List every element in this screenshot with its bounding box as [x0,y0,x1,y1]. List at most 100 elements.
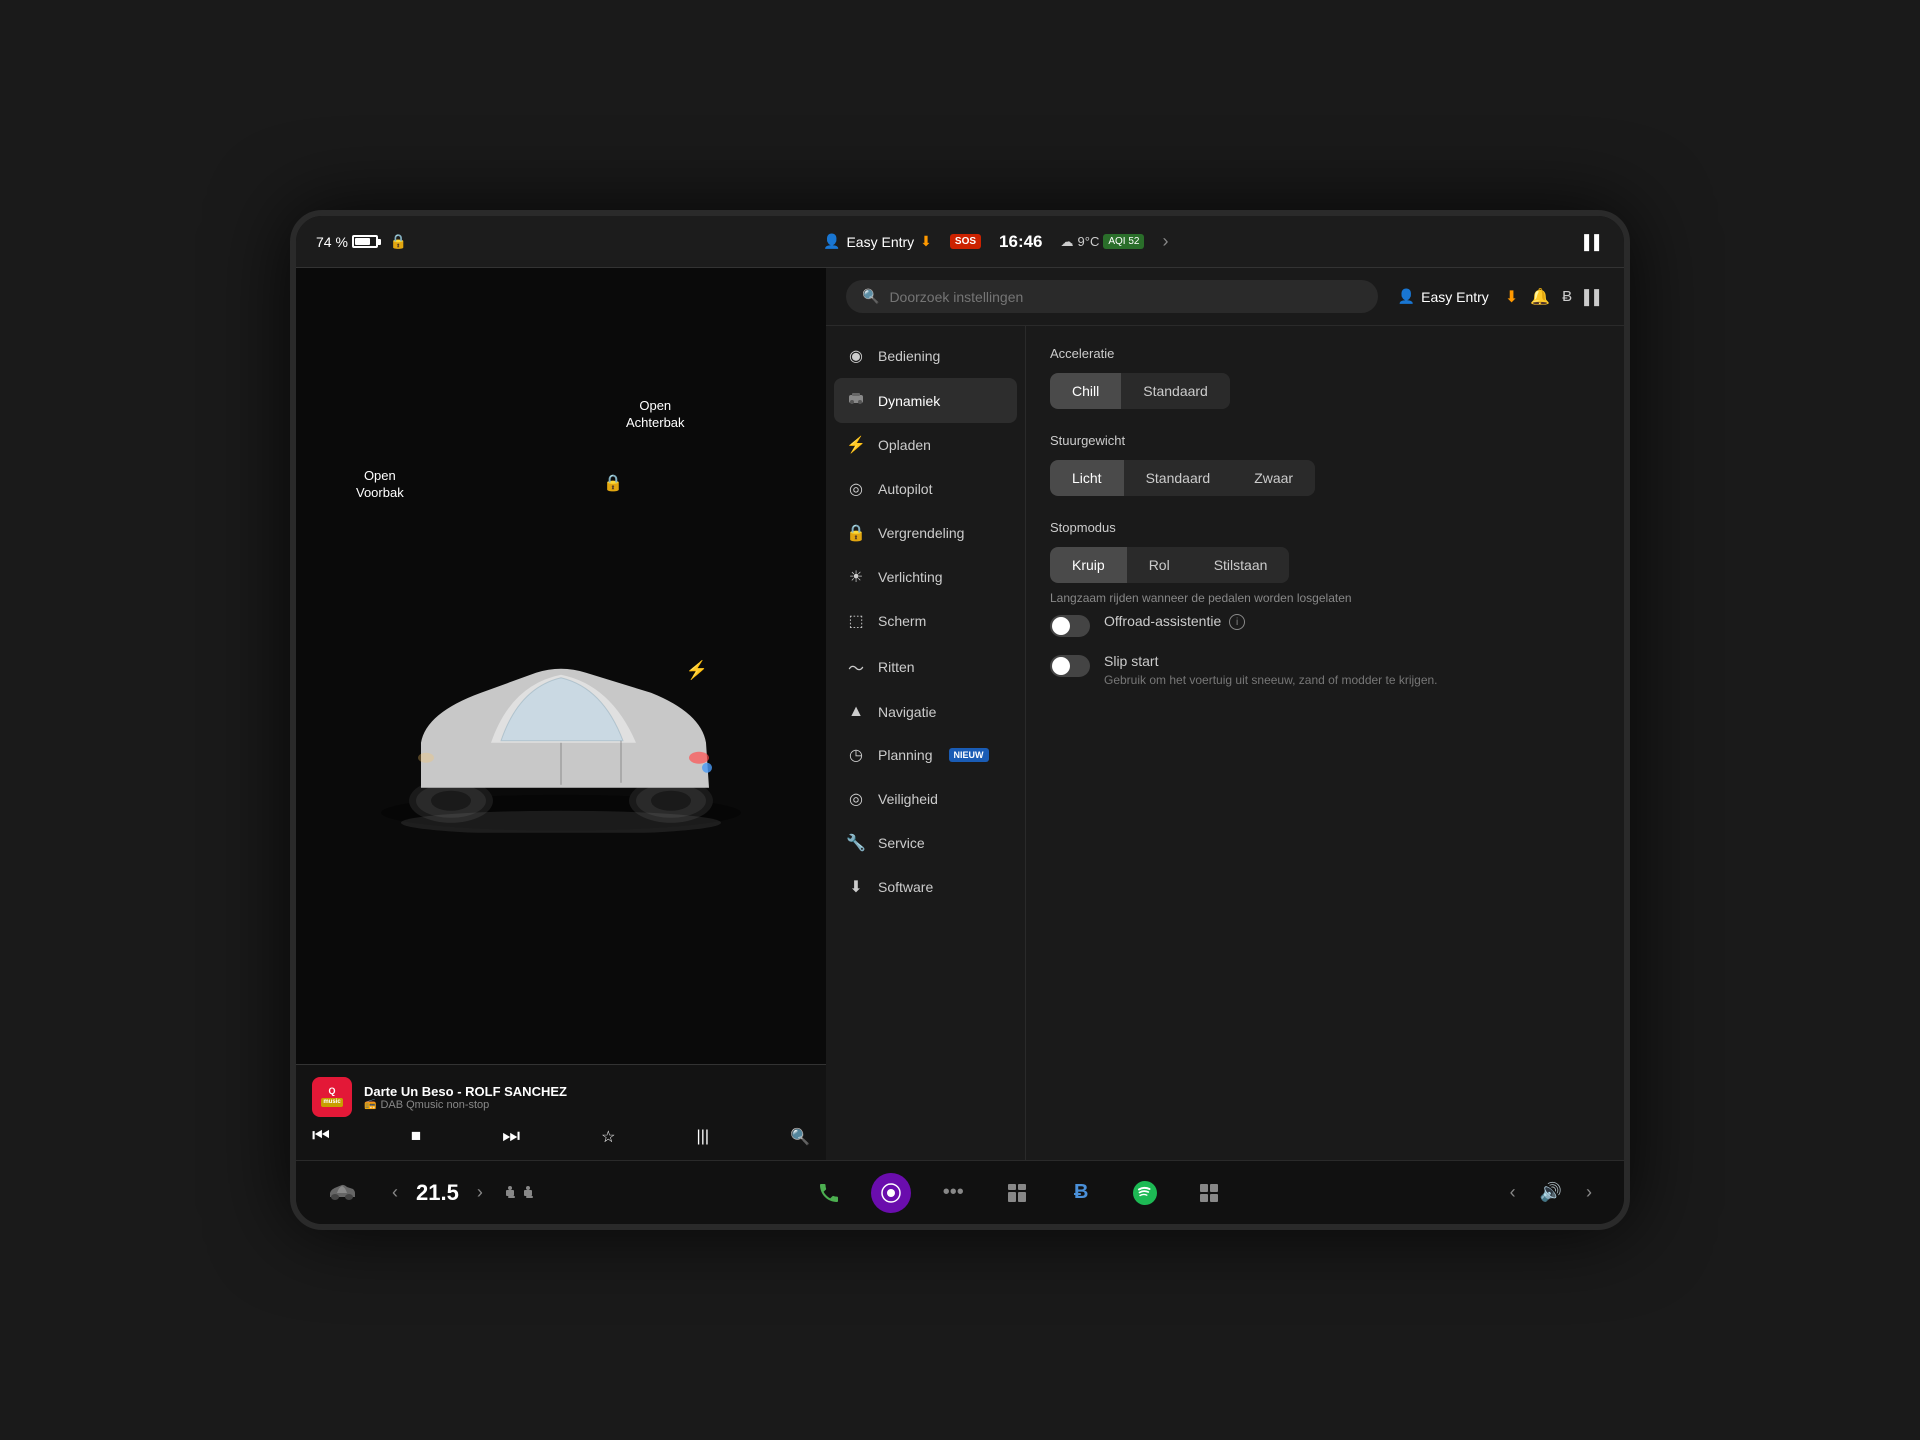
profile-label: Easy Entry [1421,289,1489,305]
radio-icon[interactable] [871,1173,911,1213]
sidebar-item-autopilot[interactable]: ◎ Autopilot [826,467,1025,511]
navigatie-icon: ▲ [846,703,866,721]
chevron-right-icon[interactable]: › [1162,231,1168,252]
phone-icon[interactable] [807,1171,851,1215]
stopmodus-buttons: Kruip Rol Stilstaan [1050,547,1289,583]
taskbar-right: ‹ 🔊 › [1502,1174,1600,1211]
slip-start-label: Slip start Gebruik om het voertuig uit s… [1104,653,1600,689]
person-icon-center: 👤 [823,233,840,250]
slip-start-toggle[interactable] [1050,655,1090,677]
chevron-left-vol[interactable]: ‹ [1502,1174,1524,1211]
open-achterbak-label[interactable]: Open Achterbak [626,398,685,432]
vergrendeling-label: Vergrendeling [878,525,964,541]
rol-button[interactable]: Rol [1127,547,1192,583]
stuurgewicht-title: Stuurgewicht [1050,433,1600,448]
slip-start-desc: Gebruik om het voertuig uit sneeuw, zand… [1104,672,1600,689]
offroad-info-icon[interactable]: i [1229,614,1245,630]
ritten-icon: 〜 [846,655,866,679]
temp-control: ‹ 21.5 › [384,1174,537,1211]
status-bar: 74 % 🔒 👤 Easy Entry ⬇ SOS 16:46 ☁ 9°C AQ… [296,216,1624,268]
offroad-toggle[interactable] [1050,615,1090,637]
sidebar-item-verlichting[interactable]: ☀ Verlichting [826,555,1025,599]
acceleratie-title: Acceleratie [1050,346,1600,361]
sidebar-item-dynamiek[interactable]: Dynamiek [834,378,1017,423]
bluetooth-icon-header[interactable]: Ƀ [1562,288,1572,305]
offroad-title: Offroad-assistentie i [1104,613,1600,630]
veiligheid-icon: ◎ [846,789,866,809]
header-easy-entry[interactable]: 👤 Easy Entry [1398,288,1489,305]
download-icon-header[interactable]: ⬇ [1505,287,1518,307]
temperature: 9°C [1078,234,1100,249]
car-svg [361,613,761,838]
equalizer-button[interactable]: ||| [697,1128,709,1146]
sidebar-item-software[interactable]: ⬇ Software [826,865,1025,909]
sidebar-item-ritten[interactable]: 〜 Ritten [826,643,1025,691]
screen-frame: 74 % 🔒 👤 Easy Entry ⬇ SOS 16:46 ☁ 9°C AQ… [290,210,1630,1230]
car-visualization: Open Voorbak Open Achterbak [296,268,826,1160]
lock-icon: 🔒 [390,233,407,250]
temp-up-button[interactable]: › [469,1174,491,1211]
offroad-row: Offroad-assistentie i [1050,613,1600,637]
temp-down-button[interactable]: ‹ [384,1174,406,1211]
settings-content: Acceleratie Chill Standaard Stuurgewicht… [1026,326,1624,1160]
zwaar-button[interactable]: Zwaar [1232,460,1315,496]
left-panel: Open Voorbak Open Achterbak [296,268,826,1160]
bluetooth-taskbar-icon[interactable]: Ƀ [1059,1171,1103,1215]
prev-button[interactable]: ⏮ [312,1125,330,1148]
sidebar-item-opladen[interactable]: ⚡ Opladen [826,423,1025,467]
sidebar-item-service[interactable]: 🔧 Service [826,821,1025,865]
bell-icon[interactable]: 🔔 [1530,287,1550,307]
grid-taskbar-icon[interactable] [1187,1171,1231,1215]
music-logo: Q music [312,1077,352,1117]
licht-button[interactable]: Licht [1050,460,1124,496]
battery-indicator: 74 % [316,234,378,250]
search-icon: 🔍 [862,288,879,305]
standaard-accel-button[interactable]: Standaard [1121,373,1230,409]
offroad-label: Offroad-assistentie i [1104,613,1600,630]
search-music-button[interactable]: 🔍 [790,1127,810,1147]
stop-button[interactable]: ⏹ [411,1125,421,1148]
car-taskbar-icon[interactable] [320,1171,364,1215]
sidebar-item-scherm[interactable]: ⬚ Scherm [826,599,1025,643]
sidebar-item-navigatie[interactable]: ▲ Navigatie [826,691,1025,733]
signal-bar-icon: ▌▌ [1584,234,1604,250]
battery-icon [352,235,378,248]
standaard-stuur-button[interactable]: Standaard [1124,460,1233,496]
next-button[interactable]: ⏭ [502,1125,520,1148]
sos-badge[interactable]: SOS [950,234,981,249]
search-input-container[interactable]: 🔍 [846,280,1378,313]
vergrendeling-icon: 🔒 [846,523,866,543]
sidebar-item-vergrendeling[interactable]: 🔒 Vergrendeling [826,511,1025,555]
chevron-right-vol[interactable]: › [1578,1174,1600,1211]
right-panel: 🔍 👤 Easy Entry ⬇ 🔔 Ƀ ▌▌ [826,268,1624,1160]
chill-button[interactable]: Chill [1050,373,1121,409]
search-input[interactable] [889,289,1361,305]
stilstaan-button[interactable]: Stilstaan [1192,547,1290,583]
stopmodus-hint: Langzaam rijden wanneer de pedalen worde… [1050,591,1600,605]
weather-info: ☁ 9°C AQI 52 [1061,234,1145,250]
kruip-button[interactable]: Kruip [1050,547,1127,583]
acceleratie-section: Acceleratie Chill Standaard [1050,346,1600,409]
scherm-label: Scherm [878,613,926,629]
music-station: 📻 DAB Qmusic non-stop [364,1099,810,1111]
temp-display: 21.5 [416,1180,459,1206]
aqi-badge: AQI 52 [1103,234,1144,249]
sidebar-item-veiligheid[interactable]: ◎ Veiligheid [826,777,1025,821]
dynamiek-icon [846,390,866,411]
sidebar-item-bediening[interactable]: ◉ Bediening [826,334,1025,378]
volume-icon[interactable]: 🔊 [1540,1182,1562,1203]
sidebar-item-planning[interactable]: ◷ Planning NIEUW [826,733,1025,777]
time-display: 16:46 [999,232,1042,252]
main-content: Open Voorbak Open Achterbak [296,268,1624,1160]
windows-icon[interactable] [995,1171,1039,1215]
music-controls[interactable]: ⏮ ⏹ ⏭ ☆ ||| 🔍 [312,1125,810,1148]
status-right: ▌▌ [1584,234,1604,250]
open-voorbak-label[interactable]: Open Voorbak [356,468,404,502]
verlichting-icon: ☀ [846,567,866,587]
spotify-icon[interactable] [1123,1171,1167,1215]
planning-label: Planning [878,747,933,763]
favorite-button[interactable]: ☆ [601,1127,615,1147]
ritten-label: Ritten [878,659,915,675]
opladen-icon: ⚡ [846,435,866,455]
dots-menu-icon[interactable]: ••• [931,1171,975,1215]
